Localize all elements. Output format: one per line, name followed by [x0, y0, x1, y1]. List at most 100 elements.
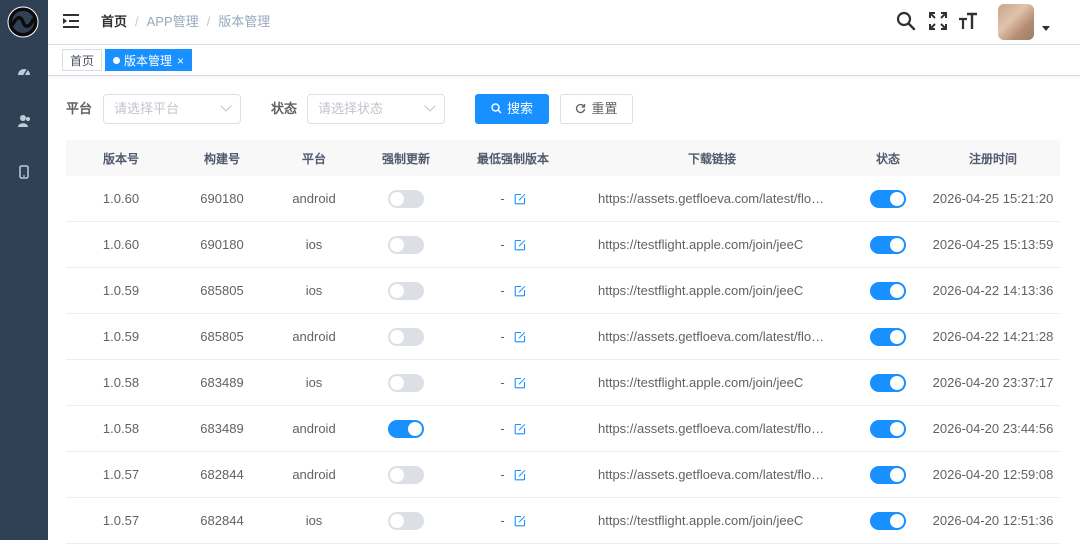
cell-created-time: 2026-04-22 14:13:36 — [932, 283, 1054, 298]
sidebar — [0, 0, 48, 540]
cell-status — [850, 176, 926, 221]
force-update-switch[interactable] — [388, 281, 424, 300]
cell-platform: android — [292, 191, 336, 206]
cell-min-version: - — [452, 452, 574, 497]
breadcrumb-app-management[interactable]: APP管理 — [147, 14, 199, 29]
download-url-value[interactable]: https://testflight.apple.com/join/jeeC — [598, 513, 826, 528]
avatar[interactable] — [998, 4, 1034, 40]
cell-created-time: 2026-04-20 12:51:36 — [932, 513, 1054, 528]
cell-build: 683489 — [200, 375, 244, 390]
status-switch[interactable] — [870, 511, 906, 530]
cell-download-url: https://testflight.apple.com/join/jeeC — [574, 222, 850, 267]
status-switch[interactable] — [870, 465, 906, 484]
cell-version: 1.0.59 — [102, 283, 140, 298]
search-button[interactable]: 搜索 — [475, 94, 549, 124]
download-url-value[interactable]: https://assets.getfloeva.com/latest/floe… — [598, 191, 826, 206]
edit-icon[interactable] — [514, 193, 526, 205]
platform-select[interactable]: 请选择平台 — [103, 94, 241, 124]
cell-version: 1.0.57 — [102, 467, 140, 482]
cell-version: 1.0.60 — [102, 237, 140, 252]
cell-build: 683489 — [200, 421, 244, 436]
force-update-switch[interactable] — [388, 465, 424, 484]
force-update-switch[interactable] — [388, 327, 424, 346]
status-switch[interactable] — [870, 189, 906, 208]
header-download-url: 下载链接 — [687, 151, 736, 166]
min-version-value: - — [500, 421, 505, 436]
edit-icon[interactable] — [514, 331, 526, 343]
cell-platform: ios — [305, 375, 323, 390]
force-update-switch[interactable] — [388, 235, 424, 254]
fullscreen-icon[interactable] — [928, 11, 948, 31]
min-version-value: - — [500, 191, 505, 206]
platform-label: 平台 — [66, 101, 93, 116]
cell-platform: android — [292, 329, 336, 344]
download-url-value[interactable]: https://assets.getfloeva.com/latest/floe… — [598, 467, 826, 482]
status-switch[interactable] — [870, 327, 906, 346]
search-icon — [491, 103, 502, 114]
cell-force-update — [360, 498, 452, 543]
table-row: 1.0.60 690180 android - https://assets.getfl… — [66, 176, 1060, 222]
search-icon[interactable] — [896, 11, 916, 31]
download-url-value[interactable]: https://testflight.apple.com/join/jeeC — [598, 375, 826, 390]
cell-version: 1.0.57 — [102, 513, 140, 528]
reset-button[interactable]: 重置 — [560, 94, 633, 124]
users-icon[interactable] — [14, 111, 34, 131]
header-force-update: 强制更新 — [381, 151, 430, 166]
header-status: 状态 — [875, 151, 900, 166]
caret-down-icon[interactable] — [1042, 26, 1050, 31]
cell-created-time: 2026-04-20 12:59:08 — [932, 467, 1054, 482]
font-size-icon[interactable] — [958, 11, 978, 31]
force-update-switch[interactable] — [388, 373, 424, 392]
min-version-value: - — [500, 375, 505, 390]
table-row: 1.0.58 683489 android - https://assets.getfl… — [66, 406, 1060, 452]
tag-version-management[interactable]: 版本管理 × — [105, 49, 193, 71]
tag-home[interactable]: 首页 — [62, 49, 103, 71]
tag-close-icon[interactable]: × — [177, 54, 184, 68]
status-switch[interactable] — [870, 281, 906, 300]
cell-force-update — [360, 176, 452, 221]
edit-icon[interactable] — [514, 377, 526, 389]
cell-min-version: - — [452, 268, 574, 313]
cell-build: 690180 — [200, 191, 244, 206]
menu-fold-icon[interactable] — [62, 12, 80, 30]
cell-version: 1.0.59 — [102, 329, 140, 344]
breadcrumb-separator: / — [206, 14, 211, 29]
download-url-value[interactable]: https://testflight.apple.com/join/jeeC — [598, 237, 826, 252]
download-url-value[interactable]: https://assets.getfloeva.com/latest/floe… — [598, 421, 826, 436]
breadcrumb-separator: / — [135, 14, 139, 29]
status-select[interactable]: 请选择状态 — [307, 94, 445, 124]
force-update-switch[interactable] — [388, 511, 424, 530]
cell-force-update — [360, 406, 452, 451]
cell-platform: android — [292, 421, 336, 436]
status-switch[interactable] — [870, 235, 906, 254]
download-url-value[interactable]: https://assets.getfloeva.com/latest/floe… — [598, 329, 826, 344]
dashboard-icon[interactable] — [14, 61, 34, 81]
cell-status — [850, 406, 926, 451]
edit-icon[interactable] — [514, 239, 526, 251]
status-switch[interactable] — [870, 373, 906, 392]
table-body: 1.0.60 690180 android - https://assets.getfl… — [66, 176, 1060, 544]
version-table: 版本号 构建号 平台 强制更新 最低强制版本 下载链接 状态 注册时间 1.0.… — [66, 140, 1060, 544]
edit-icon[interactable] — [514, 423, 526, 435]
cell-created-time: 2026-04-25 15:13:59 — [932, 237, 1054, 252]
cell-status — [850, 360, 926, 405]
table-row: 1.0.59 685805 ios - https://testflight.apple… — [66, 268, 1060, 314]
table-row: 1.0.60 690180 ios - https://testflight.apple… — [66, 222, 1060, 268]
navbar: 首页 / APP管理 / 版本管理 — [48, 0, 1080, 44]
download-url-value[interactable]: https://testflight.apple.com/join/jeeC — [598, 283, 826, 298]
mobile-icon[interactable] — [14, 162, 34, 182]
edit-icon[interactable] — [514, 515, 526, 527]
cell-build: 682844 — [200, 513, 244, 528]
edit-icon[interactable] — [514, 285, 526, 297]
min-version-value: - — [500, 283, 505, 298]
cell-created-time: 2026-04-20 23:44:56 — [932, 421, 1054, 436]
force-update-switch[interactable] — [388, 419, 424, 438]
force-update-switch[interactable] — [388, 189, 424, 208]
status-switch[interactable] — [870, 419, 906, 438]
edit-icon[interactable] — [514, 469, 526, 481]
cell-build: 685805 — [200, 283, 244, 298]
status-label: 状态 — [271, 101, 298, 116]
platform-select-placeholder: 请选择平台 — [114, 101, 180, 116]
breadcrumb-home[interactable]: 首页 — [101, 14, 127, 29]
tag-active-dot — [113, 57, 120, 64]
